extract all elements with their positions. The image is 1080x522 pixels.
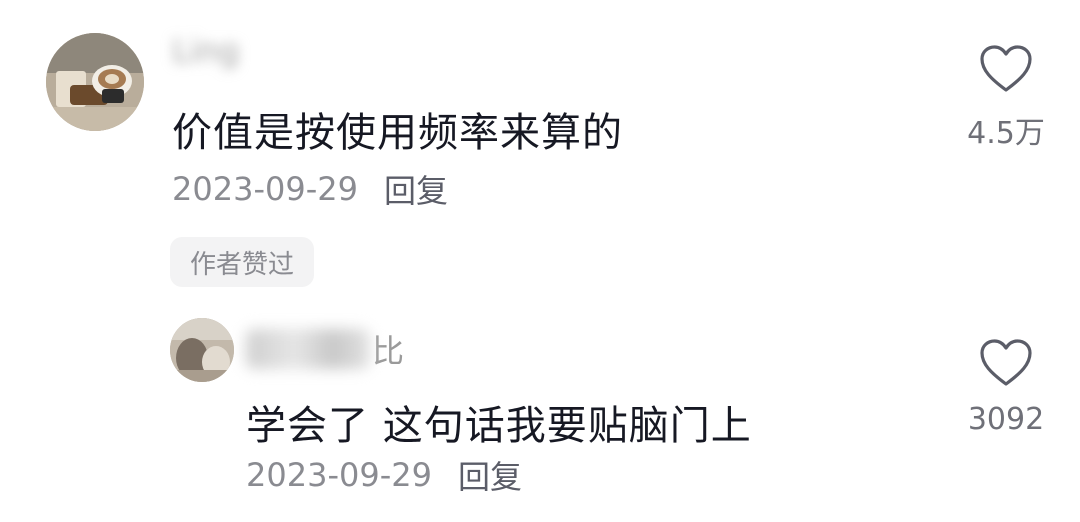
avatar[interactable] — [170, 318, 234, 382]
heart-outline-icon[interactable] — [979, 44, 1033, 94]
avatar[interactable] — [46, 33, 144, 131]
comment-date: 2023-09-29 — [172, 170, 358, 208]
like-count: 4.5万 — [967, 116, 1045, 151]
blurred-photo-avatar-icon — [170, 318, 234, 382]
comment-text: 学会了 这句话我要贴脑门上 — [246, 403, 752, 449]
username-visible-part: 比 — [372, 332, 405, 370]
comment-meta: 2023-09-29 回复 — [172, 166, 448, 212]
username[interactable]: 比 — [246, 326, 404, 372]
coffee-photo-avatar-icon — [46, 33, 144, 131]
heart-outline-icon[interactable] — [979, 338, 1033, 388]
comment-date: 2023-09-29 — [246, 456, 432, 494]
reply-button[interactable]: 回复 — [458, 452, 522, 498]
username-redacted — [246, 329, 370, 369]
comment-text: 价值是按使用频率来算的 — [172, 110, 623, 156]
username[interactable]: Ling — [172, 32, 322, 74]
author-liked-badge: 作者赞过 — [170, 237, 315, 287]
like-count: 3092 — [967, 402, 1045, 437]
username-text: Ling — [172, 32, 240, 70]
reply-button[interactable]: 回复 — [384, 166, 448, 212]
comment-meta: 2023-09-29 回复 — [246, 452, 522, 498]
like-group: 3092 — [946, 338, 1066, 437]
like-group: 4.5万 — [946, 44, 1066, 152]
